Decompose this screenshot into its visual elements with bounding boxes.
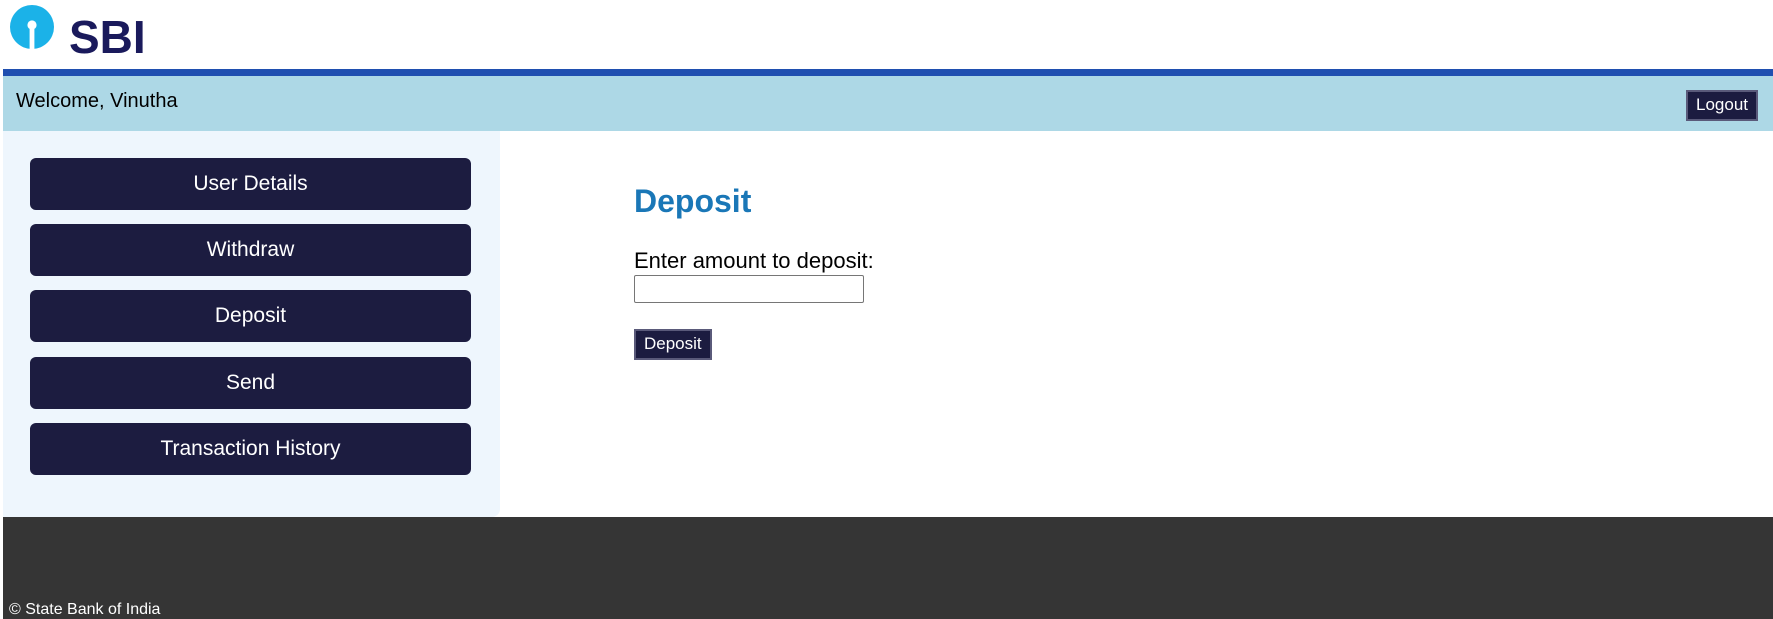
sbi-logo-text: SBI bbox=[69, 11, 146, 63]
sidebar: User Details Withdraw Deposit Send Trans… bbox=[3, 131, 500, 517]
logo-header: SBI bbox=[3, 0, 1773, 69]
page-title: Deposit bbox=[634, 183, 752, 219]
sbi-logo: SBI bbox=[10, 5, 146, 60]
welcome-bar: Welcome, Vinutha Logout bbox=[3, 76, 1773, 131]
main-content: Deposit Enter amount to deposit: Deposit bbox=[500, 131, 1773, 517]
footer: © State Bank of India bbox=[3, 517, 1773, 619]
amount-input[interactable] bbox=[634, 275, 864, 303]
amount-label: Enter amount to deposit: bbox=[634, 248, 874, 273]
sidebar-item-deposit[interactable]: Deposit bbox=[30, 290, 471, 342]
sidebar-item-user-details[interactable]: User Details bbox=[30, 158, 471, 210]
sbi-logo-icon bbox=[10, 5, 54, 49]
page: SBI Welcome, Vinutha Logout User Details… bbox=[0, 0, 1773, 619]
deposit-submit-button[interactable]: Deposit bbox=[634, 329, 712, 360]
header-divider bbox=[3, 69, 1773, 76]
copyright-text: © State Bank of India bbox=[9, 601, 161, 618]
sidebar-item-send[interactable]: Send bbox=[30, 357, 471, 409]
sidebar-item-withdraw[interactable]: Withdraw bbox=[30, 224, 471, 276]
sidebar-item-transaction-history[interactable]: Transaction History bbox=[30, 423, 471, 475]
logout-button[interactable]: Logout bbox=[1686, 90, 1758, 121]
welcome-message: Welcome, Vinutha bbox=[16, 90, 178, 112]
